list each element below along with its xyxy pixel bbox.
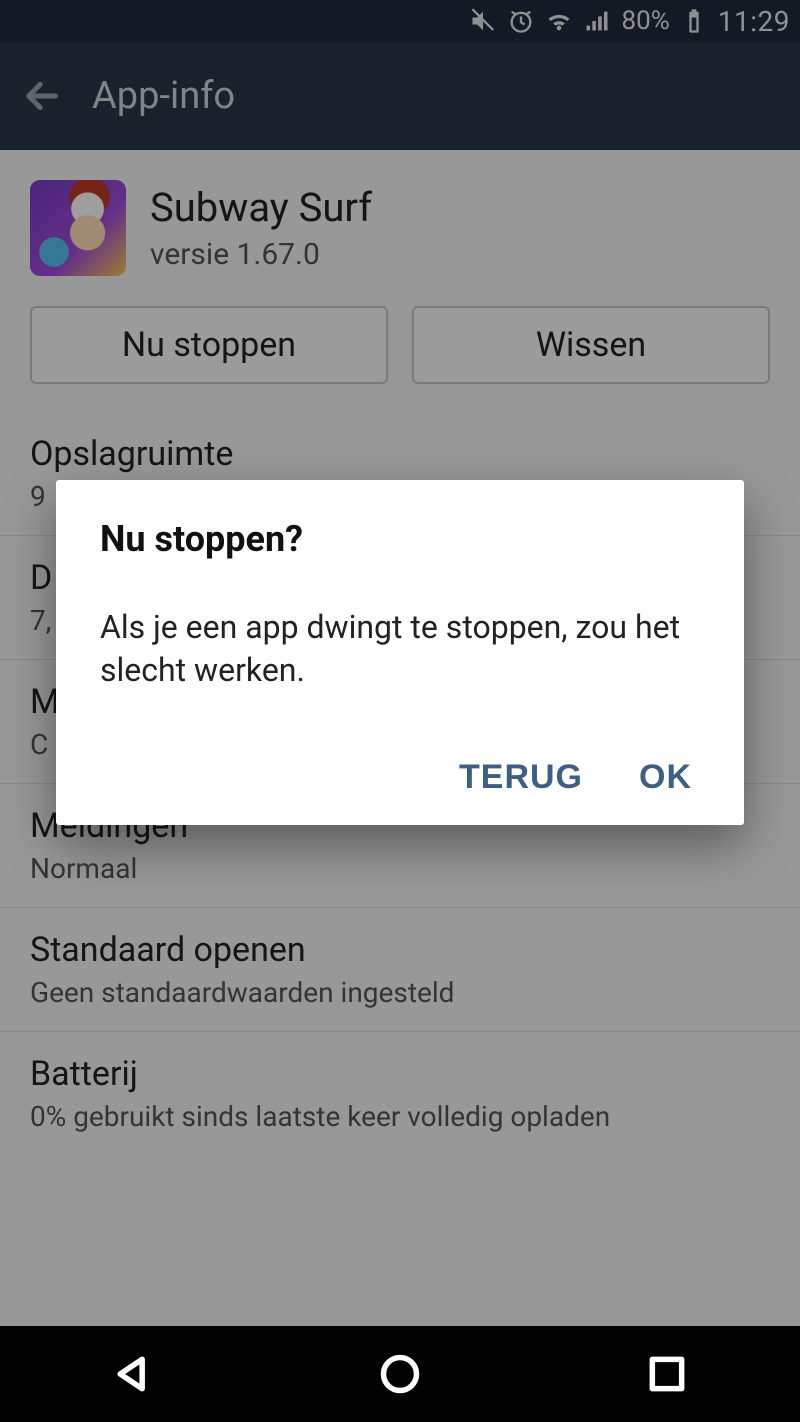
- nav-home-button[interactable]: [376, 1350, 424, 1398]
- nav-back-button[interactable]: [109, 1350, 157, 1398]
- triangle-back-icon: [111, 1352, 155, 1396]
- confirm-dialog: Nu stoppen? Als je een app dwingt te sto…: [56, 480, 744, 825]
- dialog-cancel-button[interactable]: TERUG: [459, 758, 583, 797]
- dialog-message: Als je een app dwingt te stoppen, zou he…: [100, 606, 700, 692]
- dialog-title: Nu stoppen?: [100, 518, 700, 560]
- nav-recents-button[interactable]: [643, 1350, 691, 1398]
- dialog-ok-button[interactable]: OK: [639, 758, 692, 797]
- navigation-bar: [0, 1326, 800, 1422]
- circle-home-icon: [378, 1352, 422, 1396]
- square-recents-icon: [645, 1352, 689, 1396]
